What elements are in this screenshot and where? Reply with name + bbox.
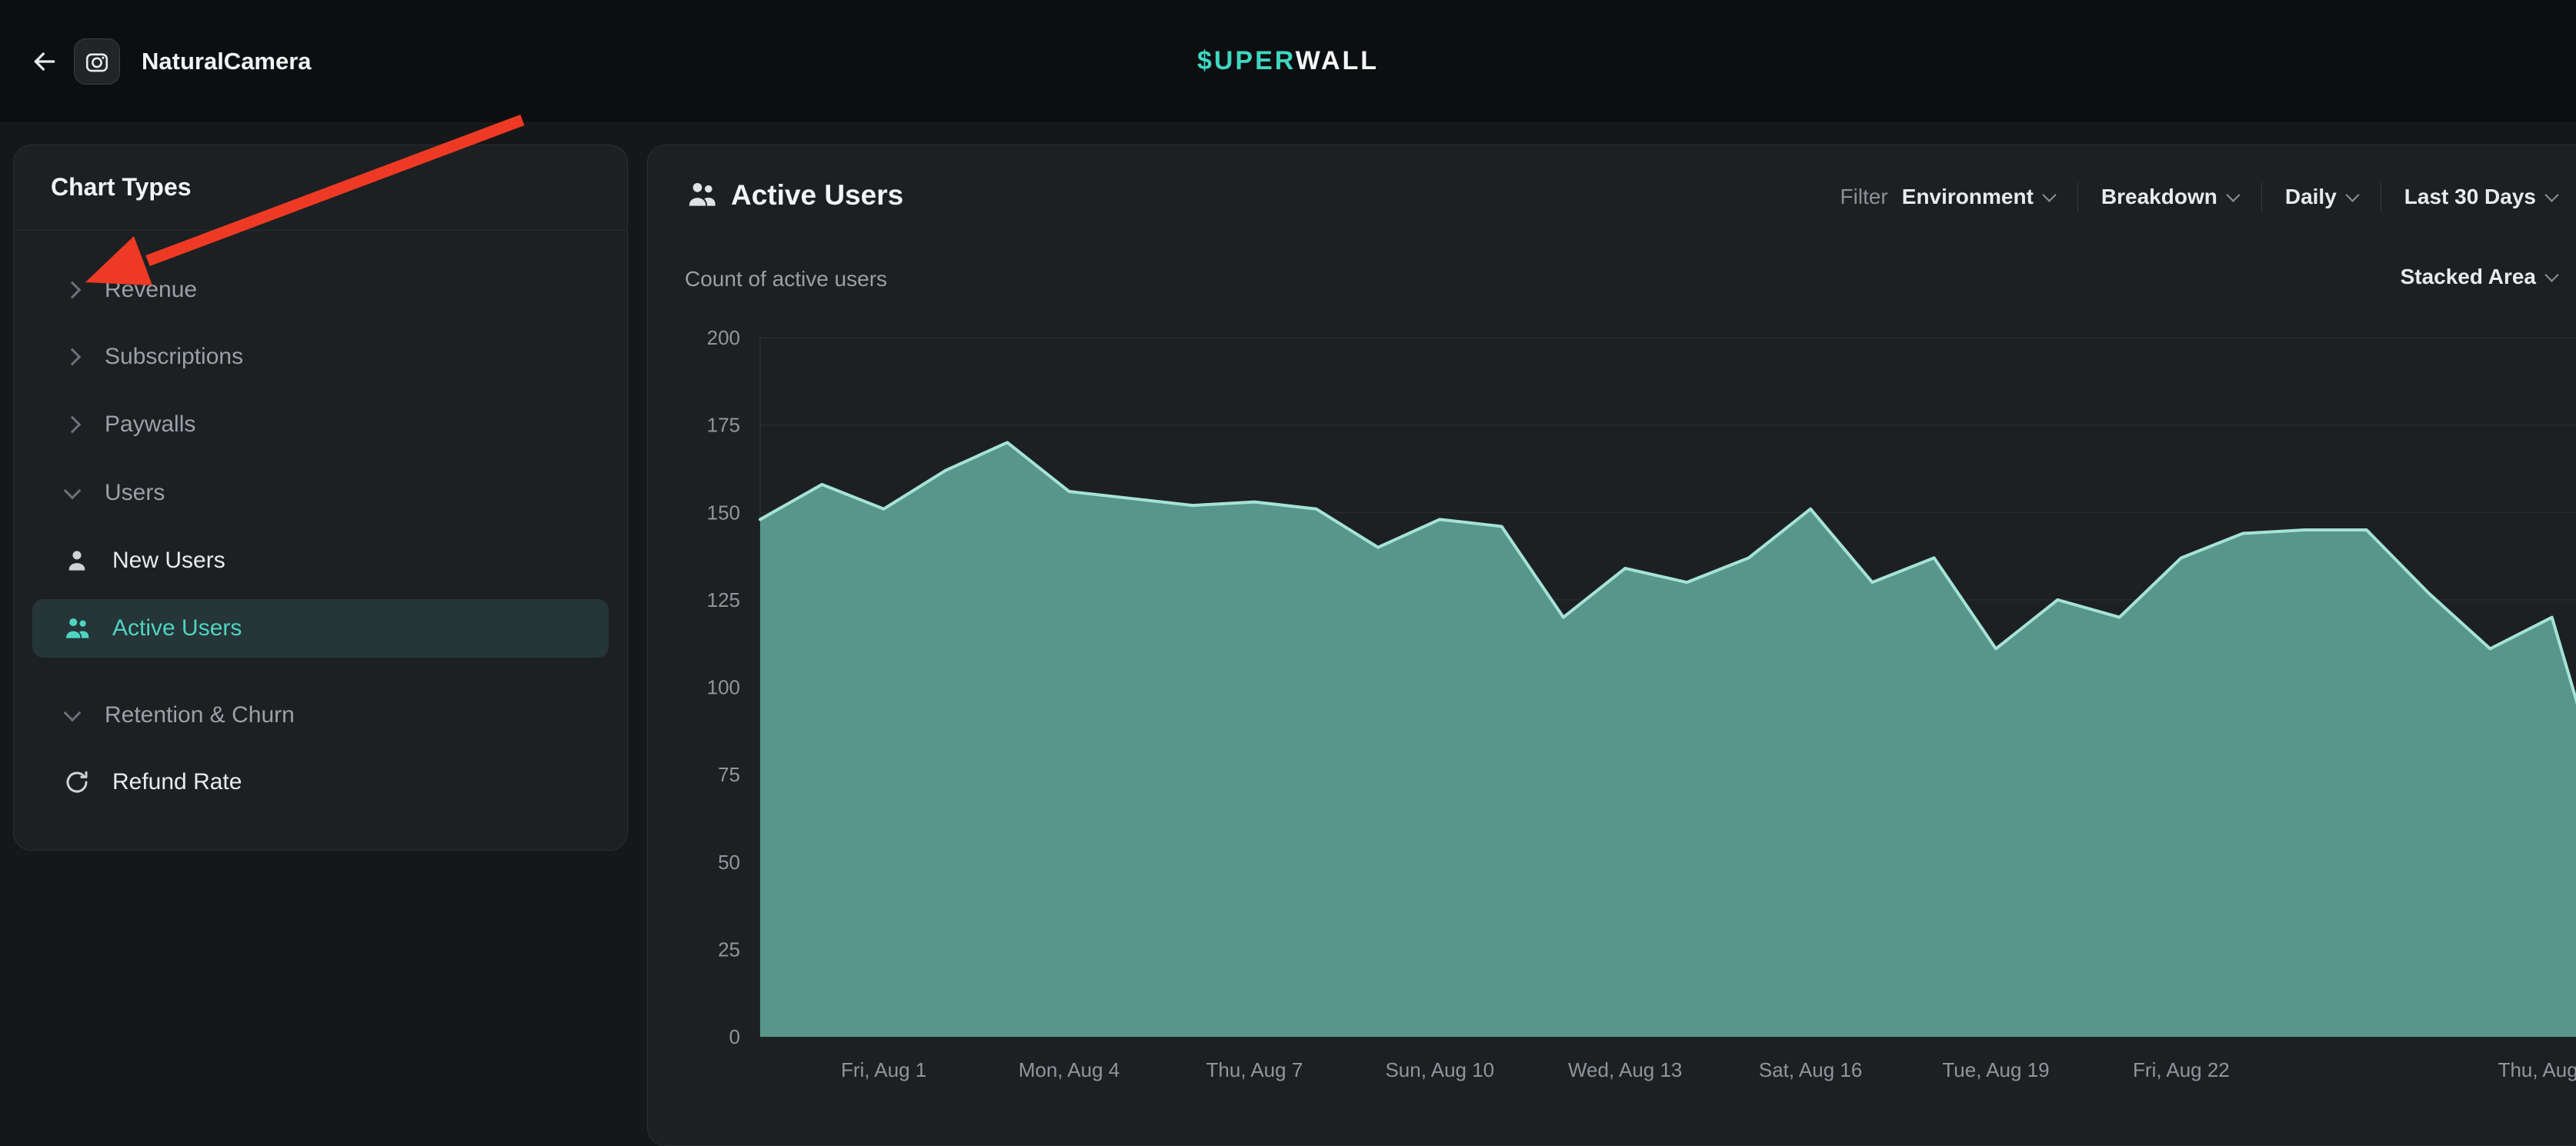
chevron-right-icon xyxy=(64,282,82,299)
sidebar-item-label: Active Users xyxy=(112,615,242,641)
svg-text:100: 100 xyxy=(707,676,740,699)
logo-suffix: WALL xyxy=(1296,46,1379,75)
sidebar-item-subscriptions[interactable]: Subscriptions xyxy=(32,328,609,386)
chevron-down-icon xyxy=(2226,188,2240,202)
active-users-area-chart: 0 25 50 75 100 125 150 175 200 Fri, Aug 1 Mon, Aug… xyxy=(648,145,2576,1146)
sidebar-item-paywalls[interactable]: Paywalls xyxy=(32,395,609,454)
sidebar-item-label: Retention & Churn xyxy=(105,702,295,728)
back-button[interactable] xyxy=(23,40,66,83)
sidebar-item-label: Refund Rate xyxy=(112,769,242,795)
environment-dropdown[interactable]: Environment xyxy=(1902,185,2054,209)
sidebar-title: Chart Types xyxy=(51,173,192,202)
svg-text:Sun, Aug 10: Sun, Aug 10 xyxy=(1385,1058,1494,1081)
divider xyxy=(2077,182,2078,212)
sidebar-item-label: Users xyxy=(105,480,165,506)
sidebar-item-revenue[interactable]: Revenue xyxy=(32,261,609,319)
page-title: Active Users xyxy=(731,179,903,212)
svg-text:Tue, Aug 19: Tue, Aug 19 xyxy=(1942,1058,2049,1081)
svg-text:Sat, Aug 16: Sat, Aug 16 xyxy=(1759,1058,1862,1081)
sidebar-item-label: New Users xyxy=(112,548,225,574)
sidebar-item-label: Paywalls xyxy=(105,411,195,438)
chevron-down-icon xyxy=(64,482,82,500)
svg-text:50: 50 xyxy=(718,851,740,874)
divider xyxy=(2261,182,2262,212)
svg-text:25: 25 xyxy=(718,938,740,961)
chevron-down-icon xyxy=(2042,188,2056,202)
chart-controls: Filter Environment Breakdown Daily Last … xyxy=(1840,182,2557,212)
date-range-dropdown-label: Last 30 Days xyxy=(2404,185,2536,209)
people-icon xyxy=(62,613,92,644)
environment-dropdown-label: Environment xyxy=(1902,185,2034,209)
chevron-right-icon xyxy=(64,348,82,366)
sidebar-item-active-users[interactable]: Active Users xyxy=(32,599,609,658)
app-name: NaturalCamera xyxy=(142,48,312,75)
sidebar-item-users[interactable]: Users xyxy=(32,464,609,522)
svg-text:125: 125 xyxy=(707,588,740,611)
date-range-dropdown[interactable]: Last 30 Days xyxy=(2404,185,2557,209)
chevron-down-icon xyxy=(2345,188,2359,202)
chart-type-dropdown-label: Stacked Area xyxy=(2401,265,2536,289)
svg-text:200: 200 xyxy=(707,326,740,349)
back-arrow-icon xyxy=(29,46,60,77)
svg-text:150: 150 xyxy=(707,501,740,524)
sidebar-item-refund-rate[interactable]: Refund Rate xyxy=(32,753,609,811)
app-camera-icon xyxy=(74,38,120,85)
chart-types-panel: Chart Types Revenue Subscriptions Paywal… xyxy=(13,145,628,851)
sidebar-item-label: Revenue xyxy=(105,277,197,303)
sidebar-divider xyxy=(14,230,627,231)
person-icon xyxy=(62,545,92,576)
svg-text:Fri, Aug 22: Fri, Aug 22 xyxy=(2133,1058,2230,1081)
sidebar-item-retention-churn[interactable]: Retention & Churn xyxy=(32,686,609,745)
filter-label: Filter xyxy=(1840,185,1888,209)
chevron-down-icon xyxy=(2544,268,2558,282)
svg-text:175: 175 xyxy=(707,414,740,437)
sidebar-item-new-users[interactable]: New Users xyxy=(32,531,609,590)
active-users-panel: Active Users Filter Environment Breakdow… xyxy=(647,145,2576,1146)
refresh-icon xyxy=(62,767,92,798)
svg-text:0: 0 xyxy=(729,1025,740,1048)
svg-text:Fri, Aug 1: Fri, Aug 1 xyxy=(841,1058,926,1081)
chevron-right-icon xyxy=(64,416,82,434)
granularity-dropdown-label: Daily xyxy=(2285,185,2337,209)
breakdown-dropdown-label: Breakdown xyxy=(2101,185,2217,209)
logo-prefix: $UPER xyxy=(1197,46,1296,75)
granularity-dropdown[interactable]: Daily xyxy=(2285,185,2357,209)
people-icon xyxy=(685,178,719,212)
svg-text:Thu, Aug 7: Thu, Aug 7 xyxy=(1206,1058,1303,1081)
breakdown-dropdown[interactable]: Breakdown xyxy=(2101,185,2238,209)
chevron-down-icon xyxy=(64,705,82,722)
svg-text:Wed, Aug 13: Wed, Aug 13 xyxy=(1568,1058,1682,1081)
chart-type-dropdown[interactable]: Stacked Area xyxy=(2401,265,2557,289)
chart-subtitle: Count of active users xyxy=(685,267,887,291)
sidebar-item-label: Subscriptions xyxy=(105,344,243,370)
svg-text:75: 75 xyxy=(718,763,740,786)
svg-text:Thu, Aug 28: Thu, Aug 28 xyxy=(2498,1058,2576,1081)
chevron-down-icon xyxy=(2544,188,2558,202)
top-bar: NaturalCamera $UPERWALL xyxy=(0,0,2576,123)
superwall-logo: $UPERWALL xyxy=(1197,46,1379,76)
svg-text:Mon, Aug 4: Mon, Aug 4 xyxy=(1019,1058,1120,1081)
